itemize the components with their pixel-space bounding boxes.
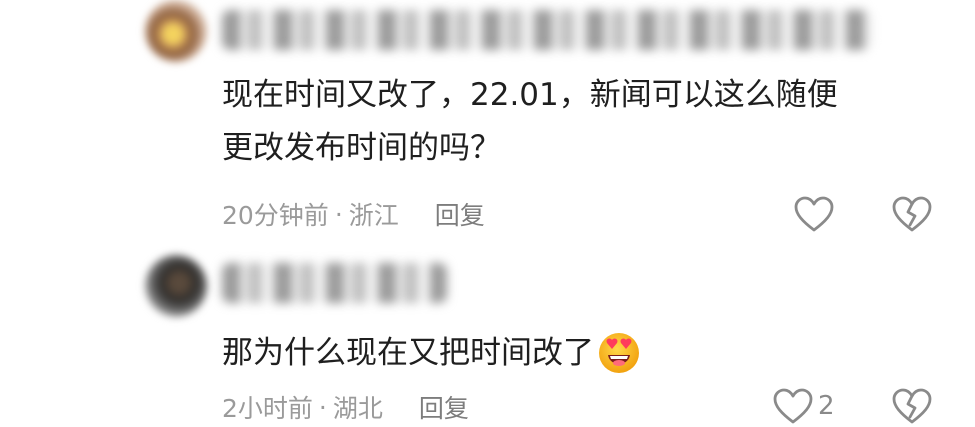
comment-text: 那为什么现在又把时间改了 [222,327,642,380]
broken-heart-icon [891,387,933,425]
username-redacted [222,263,447,303]
comment-text-line: 现在时间又改了，22.01，新闻可以这么随便 [222,77,838,113]
heart-outline-icon [793,195,835,233]
avatar[interactable] [145,255,207,317]
heart-eyes-emoji-icon [596,329,642,375]
meta-separator: · [334,199,343,229]
username-redacted [222,10,872,50]
dislike-button[interactable] [891,386,933,426]
comment-meta: 20分钟前 · 浙江 回复 [222,196,485,232]
comment-text-content: 那为什么现在又把时间改了 [222,335,594,371]
reply-button[interactable]: 回复 [435,196,485,232]
comment-time: 20分钟前 [222,201,329,230]
comment-item: 那为什么现在又把时间改了 2小时前 · 湖北 回复 2 [0,245,975,427]
like-button[interactable]: 2 [772,386,835,426]
comment-text-line: 那为什么现在又把时间改了 [222,327,642,380]
comment-location: 湖北 [332,394,383,423]
comment-time: 2小时前 [222,394,313,423]
comment-text-line: 更改发布时间的吗？ [222,130,501,166]
comment-item: 现在时间又改了，22.01，新闻可以这么随便 更改发布时间的吗？ 20分钟前 ·… [0,0,975,245]
like-count: 2 [818,391,835,421]
meta-separator: · [318,392,327,422]
like-button[interactable] [793,194,839,234]
comment-text: 现在时间又改了，22.01，新闻可以这么随便 更改发布时间的吗？ [222,69,838,175]
avatar[interactable] [145,0,207,62]
comment-meta: 2小时前 · 湖北 回复 [222,389,469,425]
broken-heart-icon [891,195,933,233]
comment-location: 浙江 [348,201,399,230]
reply-button[interactable]: 回复 [419,389,469,425]
heart-outline-icon [772,387,814,425]
dislike-button[interactable] [891,194,933,234]
